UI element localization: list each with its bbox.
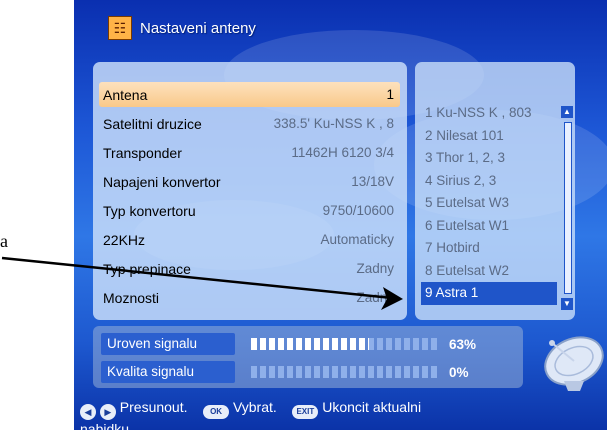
signal-level-label: Uroven signalu (101, 333, 235, 355)
signal-level-bar (251, 338, 439, 350)
footer-help: ◀ ▶ Presunout. OK Vybrat. EXIT Ukoncit a… (80, 398, 600, 430)
setting-value: Zadny (356, 290, 394, 305)
ok-key-icon: OK (203, 405, 230, 419)
signal-quality-percent: 0% (449, 364, 469, 380)
satellite-list-item[interactable]: 3 Thor 1, 2, 3 (421, 147, 557, 170)
footer-move-label: Presunout. (119, 399, 188, 415)
setting-row[interactable]: Napajeni konvertor 13/18V (99, 169, 400, 194)
signal-panel: Uroven signalu 63% Kvalita signalu 0% (93, 326, 523, 388)
satellite-list-item[interactable]: 5 Eutelsat W3 (421, 192, 557, 215)
title-bar: ☷ Nastaveni anteny (108, 14, 256, 42)
satellite-list: 1 Ku-NSS K , 803 2 Nilesat 101 3 Thor 1, 2… (421, 102, 557, 305)
setting-row[interactable]: Satelitni druzice 338.5' Ku-NSS K , 8 (99, 111, 400, 136)
exit-key-icon: EXIT (292, 405, 319, 419)
setting-row[interactable]: Moznosti Zadny (99, 285, 400, 310)
satellite-list-panel: 1 Ku-NSS K , 803 2 Nilesat 101 3 Thor 1, 2… (415, 62, 575, 320)
setting-label: Typ konvertoru (103, 202, 196, 219)
satellite-list-item[interactable]: 2 Nilesat 101 (421, 125, 557, 148)
right-arrow-key-icon: ▶ (99, 404, 116, 420)
setting-label: Moznosti (103, 289, 160, 306)
setting-row[interactable]: Typ prepinace Zadny (99, 256, 400, 281)
setting-value: 11462H 6120 3/4 (291, 145, 394, 160)
setting-value: Zadny (356, 261, 394, 276)
signal-level-row: Uroven signalu 63% (101, 333, 511, 355)
setting-row[interactable]: 22KHz Automaticky (99, 227, 400, 252)
setting-label: Napajeni konvertor (103, 173, 221, 190)
satellite-list-item[interactable]: 8 Eutelsat W2 (421, 260, 557, 283)
footer-exit-label-continued: nabidku (80, 421, 130, 430)
setting-row[interactable]: Typ konvertoru 9750/10600 (99, 198, 400, 223)
settings-panel: Antena 1 Satelitni druzice 338.5' Ku-NSS K … (93, 62, 407, 320)
setting-row[interactable]: Transponder 11462H 6120 3/4 (99, 140, 400, 165)
signal-level-percent: 63% (449, 336, 477, 352)
setting-value: 13/18V (351, 174, 394, 189)
footer-exit-label: Ukoncit aktualni (322, 399, 422, 415)
setting-value: 1 (386, 87, 394, 102)
annotation-letter: a (0, 231, 8, 251)
satellite-list-item[interactable]: 9 Astra 1 (421, 282, 557, 305)
scroll-up-icon[interactable]: ▲ (561, 106, 573, 118)
satellite-list-item[interactable]: 1 Ku-NSS K , 803 (421, 102, 557, 125)
signal-quality-row: Kvalita signalu 0% (101, 361, 511, 383)
satellite-scrollbar[interactable]: ▲ ▼ (561, 106, 573, 310)
setting-label: 22KHz (103, 231, 146, 248)
setting-label: Antena (103, 86, 148, 103)
setting-label: Satelitni druzice (103, 115, 202, 132)
scroll-down-icon[interactable]: ▼ (561, 298, 573, 310)
footer-ok-label: Vybrat. (232, 399, 277, 415)
satellite-list-item[interactable]: 6 Eutelsat W1 (421, 215, 557, 238)
setting-row[interactable]: Antena 1 (99, 82, 400, 107)
setting-value: Automaticky (320, 232, 394, 247)
satellite-dish-icon (544, 336, 604, 391)
signal-level-fill (251, 338, 370, 350)
scrollbar-track[interactable] (564, 122, 572, 294)
tv-screen: ☷ Nastaveni anteny Antena 1 Satelitni druz… (74, 0, 607, 430)
left-arrow-key-icon: ◀ (80, 404, 96, 420)
setting-label: Transponder (103, 144, 182, 161)
setting-value: 338.5' Ku-NSS K , 8 (273, 116, 394, 131)
antenna-settings-icon: ☷ (108, 16, 132, 40)
signal-quality-track (251, 366, 439, 378)
signal-quality-bar (251, 366, 439, 378)
setting-value: 9750/10600 (322, 203, 394, 218)
satellite-list-item[interactable]: 4 Sirius 2, 3 (421, 170, 557, 193)
signal-quality-label: Kvalita signalu (101, 361, 235, 383)
setting-label: Typ prepinace (103, 260, 191, 277)
window-title: Nastaveni anteny (140, 19, 256, 37)
satellite-list-item[interactable]: 7 Hotbird (421, 237, 557, 260)
